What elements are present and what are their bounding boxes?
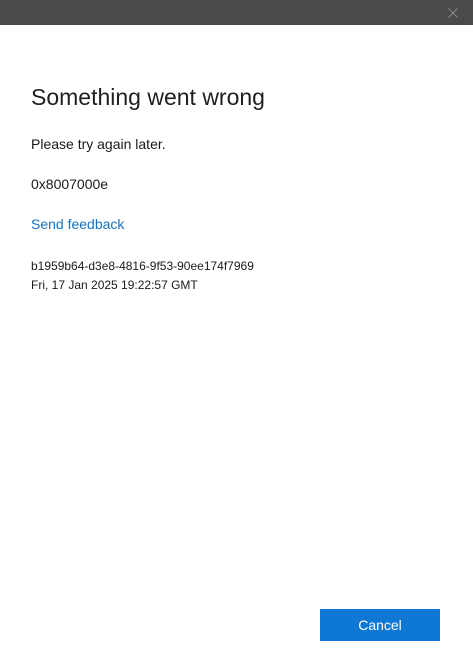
send-feedback-link[interactable]: Send feedback (31, 215, 124, 233)
error-dialog-window: Something went wrong Please try again la… (0, 0, 473, 668)
error-heading: Something went wrong (31, 84, 265, 110)
close-button[interactable] (433, 0, 473, 25)
error-timestamp: Fri, 17 Jan 2025 19:22:57 GMT (31, 278, 198, 292)
error-details: b1959b64-d3e8-4816-9f53-90ee174f7969 Fri… (31, 257, 451, 295)
correlation-id: b1959b64-d3e8-4816-9f53-90ee174f7969 (31, 259, 254, 273)
error-message: Please try again later. (31, 136, 166, 152)
title-bar (0, 0, 473, 25)
dialog-content: Something went wrong Please try again la… (31, 82, 451, 295)
close-icon (448, 7, 458, 18)
cancel-button[interactable]: Cancel (320, 609, 440, 641)
error-code: 0x8007000e (31, 176, 109, 192)
